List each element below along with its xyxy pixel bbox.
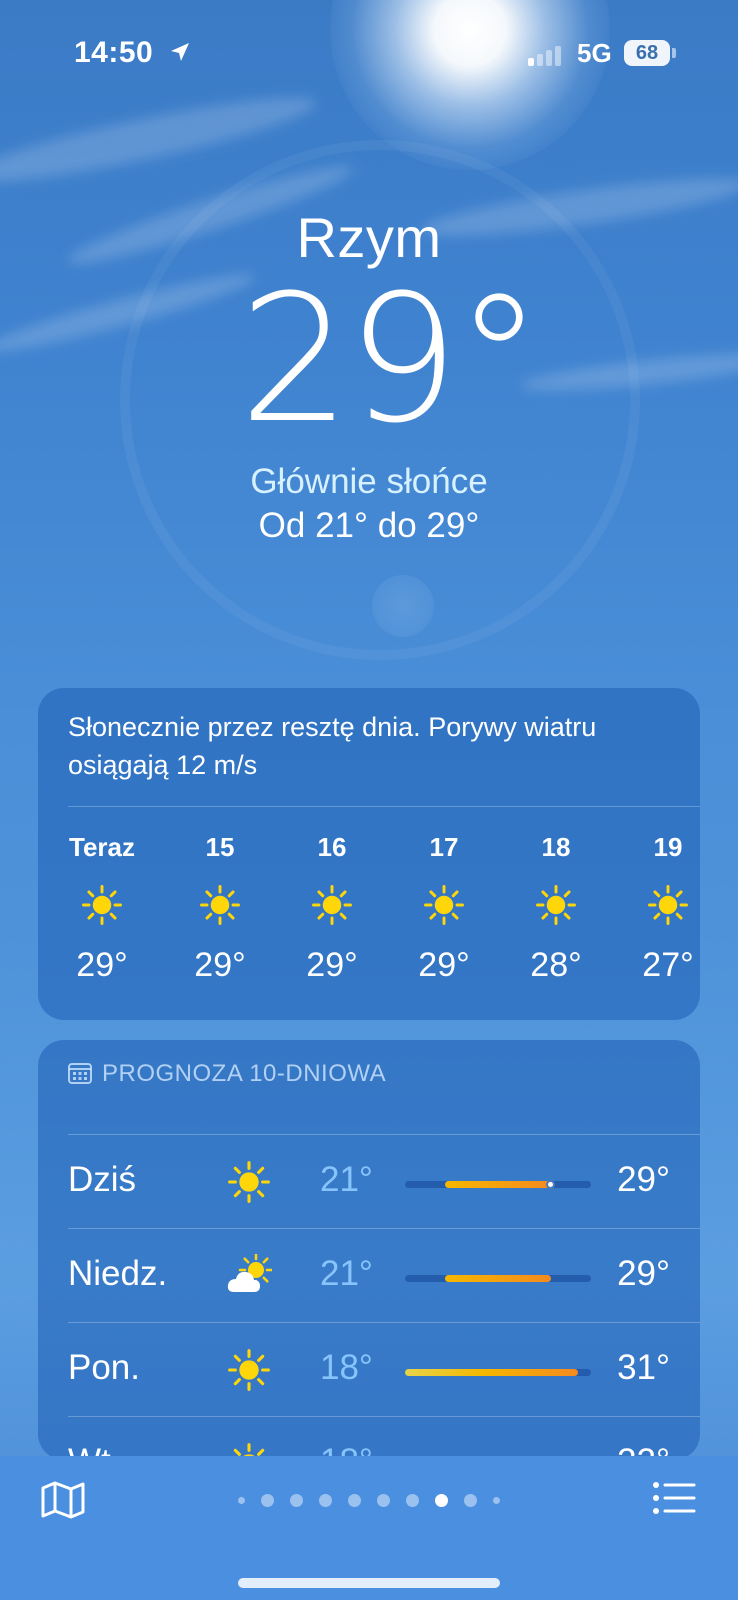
divider	[68, 1134, 700, 1135]
temperature-range-fill	[405, 1369, 578, 1376]
sun-icon	[311, 884, 353, 926]
hourly-item: 18 28°	[496, 832, 616, 985]
hourly-time: 18	[541, 832, 571, 862]
sun-icon	[199, 884, 241, 926]
daily-row[interactable]: Dziś 21° 29°	[38, 1134, 700, 1228]
temperature-range-bar	[405, 1180, 591, 1189]
daily-forecast-card[interactable]: PROGNOZA 10-DNIOWA Dziś 21° 29° Niedz. 2…	[38, 1040, 700, 1460]
list-icon[interactable]	[652, 1480, 696, 1516]
daily-forecast-title: PROGNOZA 10-DNIOWA	[102, 1060, 387, 1087]
partly-cloudy-icon	[226, 1252, 274, 1298]
hourly-item: Teraz 29°	[42, 832, 162, 985]
current-temperature-marker	[546, 1180, 556, 1189]
hourly-time: 19	[653, 832, 683, 862]
status-bar: 14:50 5G 68	[0, 0, 738, 100]
page-dot[interactable]	[406, 1494, 419, 1507]
status-time: 14:50	[74, 36, 154, 69]
page-dot[interactable]	[261, 1494, 274, 1507]
daily-row[interactable]: Pon. 18° 31°	[38, 1322, 700, 1416]
hourly-item: 16 29°	[272, 832, 392, 985]
page-dot[interactable]	[464, 1494, 477, 1507]
daily-row[interactable]: Wt. 18° 32°	[38, 1416, 700, 1460]
page-dot[interactable]	[348, 1494, 361, 1507]
page-dot[interactable]	[377, 1494, 390, 1507]
sun-icon	[81, 884, 123, 926]
temperature-range-bar	[405, 1369, 591, 1376]
hourly-time: Teraz	[69, 832, 135, 862]
hourly-item: 19 27°	[608, 832, 700, 985]
hourly-time: 17	[429, 832, 459, 862]
page-dot[interactable]	[319, 1494, 332, 1507]
hourly-time: 16	[317, 832, 347, 862]
divider	[68, 1228, 700, 1229]
hourly-forecast-card[interactable]: Słonecznie przez resztę dnia. Porywy wia…	[38, 688, 700, 1020]
day-label: Pon.	[68, 1348, 140, 1387]
day-label: Niedz.	[68, 1254, 168, 1293]
sun-icon	[647, 884, 689, 926]
hourly-temperature: 29°	[306, 946, 358, 984]
location-arrow-icon	[171, 43, 189, 61]
current-temperature: 29°	[0, 272, 738, 448]
low-temperature: 21°	[320, 1254, 373, 1293]
high-temperature: 31°	[617, 1348, 670, 1387]
divider	[68, 806, 700, 807]
low-temperature: 18°	[320, 1348, 373, 1387]
hourly-temperature: 29°	[418, 946, 470, 984]
temperature-range-fill	[444, 1181, 552, 1188]
current-temperature-value: 29°	[239, 257, 543, 462]
page-dot[interactable]	[493, 1497, 500, 1504]
sun-icon	[423, 884, 465, 926]
hourly-temperature: 29°	[194, 946, 246, 984]
temperature-range: Od 21° do 29°	[258, 506, 480, 545]
hourly-summary: Słonecznie przez resztę dnia. Porywy wia…	[68, 712, 597, 780]
divider	[68, 1416, 700, 1417]
page-indicator[interactable]	[0, 1494, 738, 1507]
page-dot[interactable]	[290, 1494, 303, 1507]
sun-icon	[226, 1348, 272, 1392]
bottom-toolbar	[0, 1456, 738, 1600]
hourly-temperature: 28°	[530, 946, 582, 984]
temperature-range-fill	[444, 1275, 552, 1282]
hourly-item: 15 29°	[160, 832, 280, 985]
daily-row[interactable]: Niedz. 21° 29°	[38, 1228, 700, 1322]
lens-flare	[372, 575, 434, 637]
hourly-temperature: 29°	[76, 946, 128, 984]
sun-icon	[535, 884, 577, 926]
battery-tip	[672, 48, 676, 58]
signal-icon	[528, 44, 568, 66]
hourly-time: 15	[205, 832, 235, 862]
battery-icon: 68	[624, 40, 670, 66]
page-dot-active[interactable]	[435, 1494, 448, 1507]
weather-condition: Głównie słońce	[250, 462, 488, 501]
temperature-range-bar	[405, 1275, 591, 1282]
network-type: 5G	[577, 38, 612, 68]
day-label: Dziś	[68, 1160, 137, 1199]
high-temperature: 29°	[617, 1254, 670, 1293]
divider	[68, 1322, 700, 1323]
hourly-temperature: 27°	[642, 946, 694, 984]
sun-icon	[226, 1160, 272, 1204]
low-temperature: 21°	[320, 1160, 373, 1199]
hourly-item: 17 29°	[384, 832, 504, 985]
page-dot[interactable]	[238, 1497, 245, 1504]
high-temperature: 29°	[617, 1160, 670, 1199]
daily-forecast-header: PROGNOZA 10-DNIOWA	[68, 1060, 386, 1088]
calendar-icon	[68, 1063, 92, 1084]
home-indicator[interactable]	[238, 1578, 500, 1588]
